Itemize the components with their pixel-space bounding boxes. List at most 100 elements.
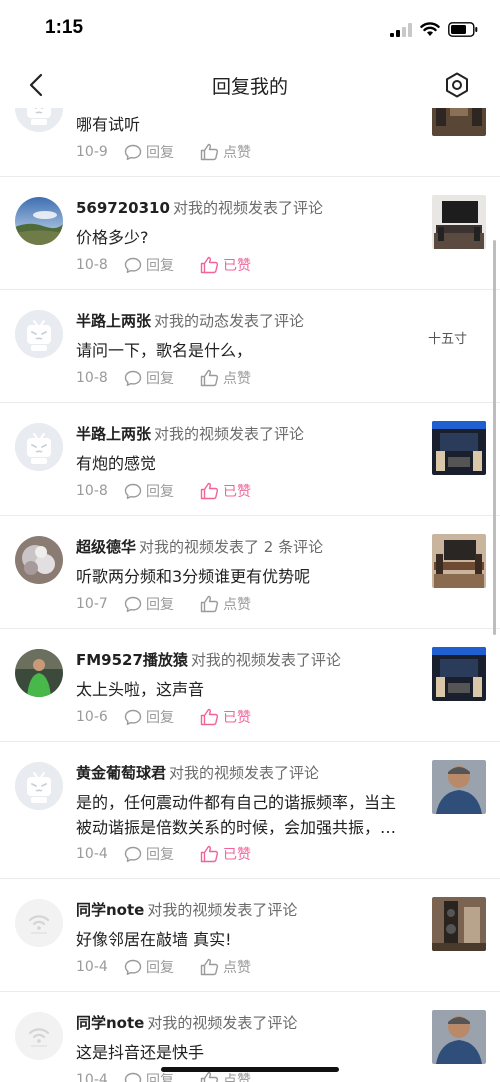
like-label: 已赞 [223,847,251,863]
reply-item[interactable]: 黄金葡萄球君 对我的视频发表了评论是的，任何震动件都有自己的谐振频率，当主被动谐振… [0,742,500,879]
username[interactable]: 半路上两张 [76,312,151,330]
username[interactable]: 半路上两张 [76,425,151,443]
reply-item[interactable]: 超级德华 对我的视频发表了 2 条评论 听歌两分频和3分频谁更有优势呢 10-7 回复 点… [0,516,500,629]
reply-header: 569720310 对我的视频发表了评论 [76,197,323,218]
comment-text[interactable]: 太上头啦，这声音 [76,677,411,702]
video-thumbnail[interactable] [432,760,486,814]
thumbs-up-icon [200,708,219,726]
comment-text[interactable]: 哪有试听 [76,112,411,137]
comment-text[interactable]: 有炮的感觉 [76,451,411,476]
reply-label: 回复 [146,484,174,500]
reply-button[interactable]: 回复 [124,481,174,501]
reply-label: 回复 [146,710,174,726]
video-thumbnail[interactable] [432,647,486,701]
reply-button[interactable]: 回复 [124,844,174,864]
thumbs-up-icon [200,958,219,976]
avatar[interactable] [15,899,63,947]
date: 10-8 [76,257,108,273]
date: 10-4 [76,846,108,862]
like-label: 已赞 [223,484,251,500]
video-thumbnail[interactable] [432,1010,486,1064]
reply-list[interactable]: 哪有试听 10-9 回复 点赞 569720310 对我的视频发表了评论 价格多少? 10-8… [0,108,500,1082]
video-thumbnail[interactable] [432,534,486,588]
comment-text[interactable]: 是的，任何震动件都有自己的谐振频率，当主被动谐振是倍数关系的时候，会加强共振，产… [76,790,411,840]
action-text: 对我的视频发表了 2 条评论 [139,538,324,556]
avatar[interactable] [15,197,63,245]
comment-text[interactable]: 好像邻居在敲墙 真实! [76,927,411,952]
avatar[interactable] [15,762,63,810]
username[interactable]: 同学note [76,901,144,919]
reply-header: 半路上两张 对我的动态发表了评论 [76,310,304,331]
avatar[interactable] [15,108,63,132]
thumbs-up-icon [200,256,219,274]
reply-item[interactable]: 半路上两张 对我的视频发表了评论 有炮的感觉 10-8 回复 已赞 [0,403,500,516]
reply-item[interactable]: 569720310 对我的视频发表了评论价格多少? 10-8 回复 已赞 [0,177,500,290]
username[interactable]: FM9527播放猿 [76,651,188,669]
reply-button[interactable]: 回复 [124,255,174,275]
reply-button[interactable]: 回复 [124,707,174,727]
date: 10-6 [76,709,108,725]
battery-icon [448,22,478,37]
like-label: 点赞 [223,371,251,387]
status-icons [390,22,478,37]
comment-text[interactable]: 这是抖音还是快手 [76,1040,411,1065]
action-text: 对我的视频发表了评论 [147,1014,298,1032]
comment-icon [124,257,142,273]
wifi-icon [420,22,440,36]
video-thumbnail[interactable] [432,421,486,475]
like-button[interactable]: 已赞 [200,481,251,501]
settings-icon[interactable] [442,70,472,100]
avatar[interactable] [15,649,63,697]
reply-button[interactable]: 回复 [124,957,174,977]
reply-button[interactable]: 回复 [124,594,174,614]
date: 10-4 [76,1072,108,1082]
video-thumbnail[interactable] [432,195,486,249]
like-button[interactable]: 点赞 [200,368,251,388]
like-button[interactable]: 点赞 [200,142,251,162]
like-button[interactable]: 点赞 [200,957,251,977]
reply-item[interactable]: FM9527播放猿 对我的视频发表了评论 太上头啦，这声音 10-6 回复 已赞 [0,629,500,742]
comment-icon [124,596,142,612]
comment-text[interactable]: 请问一下，歌名是什么， [76,338,411,363]
reply-label: 回复 [146,258,174,274]
video-thumbnail[interactable] [432,897,486,951]
video-thumbnail[interactable] [432,108,486,136]
comment-icon [124,959,142,975]
reply-item[interactable]: 同学note 对我的视频发表了评论 好像邻居在敲墙 真实! 10-4 回复 点赞 [0,879,500,992]
like-button[interactable]: 已赞 [200,255,251,275]
username[interactable]: 黄金葡萄球君 [76,764,166,782]
reply-meta: 10-8 回复 已赞 [76,481,277,501]
like-label: 已赞 [223,710,251,726]
username[interactable]: 569720310 [76,199,170,217]
username[interactable]: 同学note [76,1014,144,1032]
like-button[interactable]: 点赞 [200,594,251,614]
reply-button[interactable]: 回复 [124,142,174,162]
reply-item[interactable]: 半路上两张 对我的动态发表了评论 请问一下，歌名是什么， 10-8 回复 点赞 十五寸 [0,290,500,403]
comment-text[interactable]: 价格多少? [76,225,411,250]
comment-text[interactable]: 听歌两分频和3分频谁更有优势呢 [76,564,411,589]
thumbs-up-icon [200,369,219,387]
date: 10-9 [76,144,108,160]
reply-meta: 10-8 回复 已赞 [76,255,277,275]
avatar[interactable] [15,536,63,584]
reply-header: 半路上两张 对我的视频发表了评论 [76,423,304,444]
comment-icon [124,1072,142,1082]
like-button[interactable]: 已赞 [200,707,251,727]
scrollbar[interactable] [493,240,496,635]
avatar[interactable] [15,310,63,358]
home-indicator[interactable] [161,1067,339,1072]
reply-meta: 10-4 回复 已赞 [76,844,277,864]
reply-header: 同学note 对我的视频发表了评论 [76,1012,297,1033]
post-preview-text[interactable]: 十五寸 [428,328,467,347]
avatar[interactable] [15,423,63,471]
reply-header: 黄金葡萄球君 对我的视频发表了评论 [76,762,319,783]
like-button[interactable]: 已赞 [200,844,251,864]
reply-button[interactable]: 回复 [124,368,174,388]
username[interactable]: 超级德华 [76,538,136,556]
action-text: 对我的视频发表了评论 [154,425,305,443]
nav-bar: 回复我的 [0,60,500,108]
reply-item[interactable]: 哪有试听 10-9 回复 点赞 [0,108,500,177]
comment-icon [124,483,142,499]
avatar[interactable] [15,1012,63,1060]
thumbs-up-icon [200,482,219,500]
